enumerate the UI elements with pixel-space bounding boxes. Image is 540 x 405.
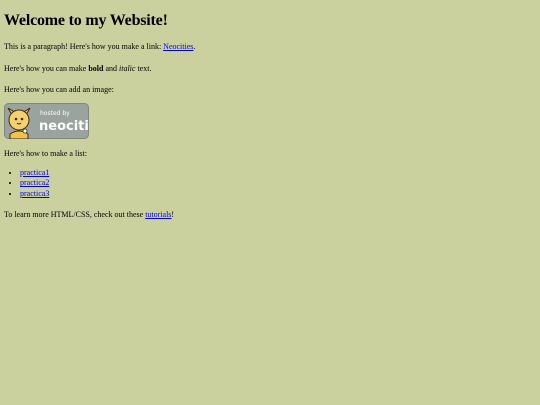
neocities-cat-icon	[7, 107, 31, 140]
text: This is a paragraph! Here's how you make…	[4, 42, 164, 52]
practice-link-2[interactable]: practica2	[20, 178, 49, 187]
page-title: Welcome to my Website!	[4, 12, 168, 29]
neocities-link[interactable]: Neocities	[163, 42, 193, 51]
practice-link-1[interactable]: practica1	[20, 168, 49, 177]
hosted-by-neocities-badge[interactable]: hosted by neocities	[4, 102, 106, 140]
paragraph-formatting-example: Here's how you can make bold and italic …	[4, 64, 536, 73]
practice-link-3[interactable]: practica3	[20, 189, 49, 198]
badge-hosted-by-text: hosted by	[40, 110, 70, 117]
list-item: practica3	[20, 189, 536, 198]
neocities-badge-icon: hosted by neocities	[4, 102, 106, 140]
text: text.	[135, 63, 152, 73]
text: and	[103, 63, 119, 73]
list-item: practica1	[20, 168, 536, 177]
italic-text: italic	[119, 63, 136, 73]
paragraph-tutorials: To learn more HTML/CSS, check out these …	[4, 210, 536, 219]
badge-neocities-text: neocities	[39, 119, 89, 134]
text: Here's how you can make	[4, 63, 89, 73]
list-item: practica2	[20, 178, 536, 187]
bold-text: bold	[88, 63, 104, 73]
text: To learn more HTML/CSS, check out these	[4, 209, 146, 219]
page: Welcome to my Website! This is a paragra…	[0, 0, 540, 219]
text: !	[171, 209, 175, 219]
paragraph-link-example: This is a paragraph! Here's how you make…	[4, 42, 536, 51]
paragraph-image-intro: Here's how you can add an image:	[4, 84, 114, 94]
paragraph-list-intro: Here's how to make a list:	[4, 148, 87, 158]
practice-list: practica1 practica2 practica3	[4, 168, 536, 198]
tutorials-link[interactable]: tutorials	[145, 210, 171, 219]
text: .	[193, 42, 196, 52]
